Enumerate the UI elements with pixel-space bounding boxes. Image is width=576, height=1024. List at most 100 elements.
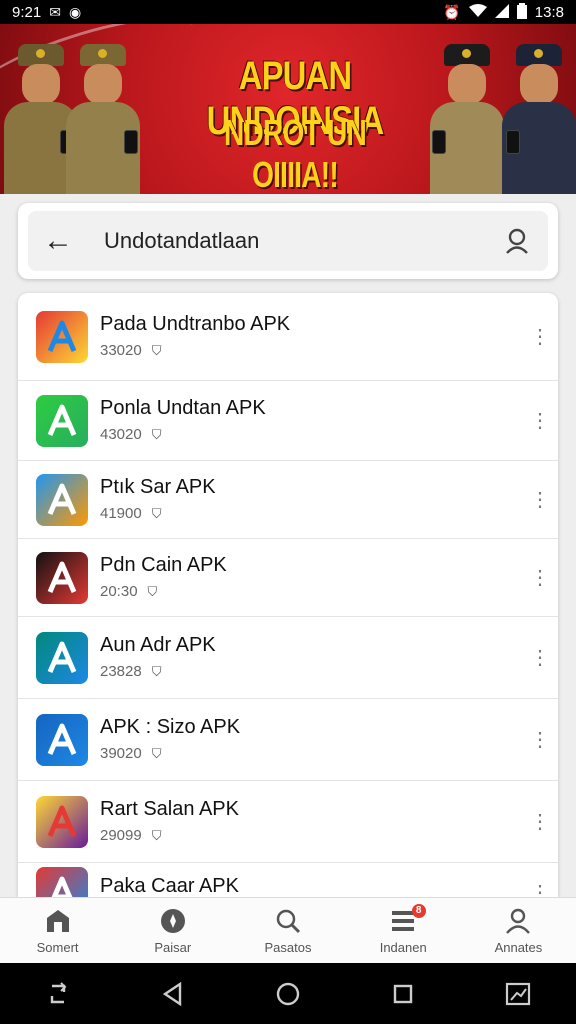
app-list: Pada Undtranbo APK 33020 ⛉ ⋮ Ponla Undtan AP… — [18, 293, 558, 897]
banner-subtitle: NDROT UN OIIIIA!! — [224, 112, 367, 194]
nav-item-search[interactable]: Pasatos — [230, 898, 345, 963]
promo-banner[interactable]: APUAN UNDOINSIA NDROT UN OIIIIA!! — [0, 24, 576, 194]
app-download-count: 29099 — [100, 827, 142, 844]
app-text: Paka Caar APK — [100, 875, 239, 897]
app-icon — [36, 867, 88, 897]
nav-item-account[interactable]: Annates — [461, 898, 576, 963]
shield-icon: ⛉ — [151, 827, 162, 843]
bottom-nav: Somert Paisar Pasatos 8 Indanen Annates — [0, 897, 576, 963]
more-options-icon[interactable]: ⋮ — [530, 883, 550, 897]
app-meta: 29099 ⛉ — [100, 827, 239, 844]
compass-icon — [160, 909, 185, 933]
more-options-icon[interactable]: ⋮ — [530, 490, 550, 510]
status-left: 9:21 ✉ ◉ — [12, 4, 81, 21]
app-list-item[interactable]: Ponla Undtan APK 43020 ⛉ ⋮ — [18, 381, 558, 461]
app-list-item[interactable]: Pdn Cain APK 20:30 ⛉ ⋮ — [18, 539, 558, 617]
status-time: 9:21 — [12, 3, 42, 21]
app-text: Ptık Sar APK 41900 ⛉ — [100, 476, 216, 522]
app-list-item[interactable]: Ptık Sar APK 41900 ⛉ ⋮ — [18, 461, 558, 539]
search-icon[interactable] — [488, 227, 548, 255]
app-name: Rart Salan APK — [100, 798, 239, 820]
app-name: Aun Adr APK — [100, 634, 216, 656]
app-meta: 43020 ⛉ — [100, 426, 266, 443]
back-arrow-icon[interactable]: ← — [28, 226, 88, 256]
system-nav-bar — [0, 963, 576, 1024]
wifi-icon — [468, 4, 487, 20]
app-list-item[interactable]: Aun Adr APK 23828 ⛉ ⋮ — [18, 617, 558, 699]
more-options-icon[interactable]: ⋮ — [530, 568, 550, 588]
store-icon — [46, 910, 69, 932]
recents-icon[interactable] — [378, 974, 428, 1014]
screenshot-icon[interactable] — [493, 974, 543, 1014]
app-text: APK : Sizo APK 39020 ⛉ — [100, 716, 240, 762]
nav-item-updates[interactable]: 8 Indanen — [346, 898, 461, 963]
back-icon[interactable] — [148, 974, 198, 1014]
officer-figure — [66, 44, 140, 194]
nav-item-store[interactable]: Somert — [0, 898, 115, 963]
app-text: Pdn Cain APK 20:30 ⛉ — [100, 554, 227, 600]
app-download-count: 41900 — [100, 505, 142, 522]
nav-label: Somert — [36, 940, 79, 955]
app-download-count: 20:30 — [100, 583, 138, 600]
status-right: ⏰ 13:8 — [443, 3, 564, 21]
officer-figure — [502, 44, 576, 194]
app-meta: 33020 ⛉ — [100, 342, 290, 359]
nav-label: Annates — [494, 940, 543, 955]
shield-icon: ⛉ — [151, 426, 162, 442]
home-icon[interactable] — [263, 974, 313, 1014]
message-icon: ✉ — [49, 4, 61, 20]
app-text: Rart Salan APK 29099 ⛉ — [100, 798, 239, 844]
app-download-count: 33020 — [100, 342, 142, 359]
app-name: Pdn Cain APK — [100, 554, 227, 576]
app-list-item[interactable]: Paka Caar APK ⋮ — [18, 863, 558, 897]
search-input[interactable] — [88, 228, 488, 254]
app-name: Paka Caar APK — [100, 875, 239, 897]
app-icon — [36, 632, 88, 684]
search-card: ← — [18, 203, 558, 279]
more-options-icon[interactable]: ⋮ — [530, 730, 550, 750]
shield-icon: ⛉ — [147, 583, 158, 599]
app-icon — [36, 796, 88, 848]
shield-icon: ⛉ — [151, 745, 162, 761]
more-options-icon[interactable]: ⋮ — [530, 411, 550, 431]
nav-label: Indanen — [379, 940, 427, 955]
app-download-count: 43020 — [100, 426, 142, 443]
app-list-item[interactable]: APK : Sizo APK 39020 ⛉ ⋮ — [18, 699, 558, 781]
sync-icon: ◉ — [68, 4, 82, 20]
app-list-item[interactable]: Rart Salan APK 29099 ⛉ ⋮ — [18, 781, 558, 863]
nav-label: Paisar — [154, 940, 192, 955]
app-download-count: 23828 — [100, 663, 142, 680]
status-clock: 13:8 — [534, 3, 564, 21]
battery-icon — [516, 3, 527, 21]
nav-label: Pasatos — [264, 940, 312, 955]
app-download-count: 39020 — [100, 745, 142, 762]
more-options-icon[interactable]: ⋮ — [530, 327, 550, 347]
app-icon — [36, 552, 88, 604]
shield-icon: ⛉ — [151, 342, 162, 358]
app-name: APK : Sizo APK — [100, 716, 241, 738]
app-text: Ponla Undtan APK 43020 ⛉ — [100, 397, 266, 443]
app-icon — [36, 311, 88, 363]
more-options-icon[interactable]: ⋮ — [530, 812, 550, 832]
person-icon — [506, 908, 531, 934]
app-meta: 20:30 ⛉ — [100, 583, 227, 600]
app-meta: 39020 ⛉ — [100, 745, 240, 762]
shield-icon: ⛉ — [151, 505, 162, 521]
app-icon — [36, 395, 88, 447]
update-count-badge: 8 — [411, 904, 426, 918]
app-meta: 23828 ⛉ — [100, 663, 216, 680]
search-bar: ← — [28, 211, 548, 271]
status-bar: 9:21 ✉ ◉ ⏰ 13:8 — [0, 0, 576, 24]
app-list-item[interactable]: Pada Undtranbo APK 33020 ⛉ ⋮ — [18, 293, 558, 381]
nav-item-explore[interactable]: Paisar — [115, 898, 230, 963]
app-name: Pada Undtranbo APK — [100, 313, 291, 335]
app-name: Ponla Undtan APK — [100, 397, 266, 419]
signal-icon — [494, 4, 509, 20]
more-options-icon[interactable]: ⋮ — [530, 648, 550, 668]
app-icon — [36, 474, 88, 526]
app-text: Pada Undtranbo APK 33020 ⛉ — [100, 313, 290, 359]
officer-figure — [430, 44, 504, 194]
rotate-icon[interactable] — [33, 974, 83, 1014]
app-icon — [36, 714, 88, 766]
shield-icon: ⛉ — [151, 663, 162, 679]
